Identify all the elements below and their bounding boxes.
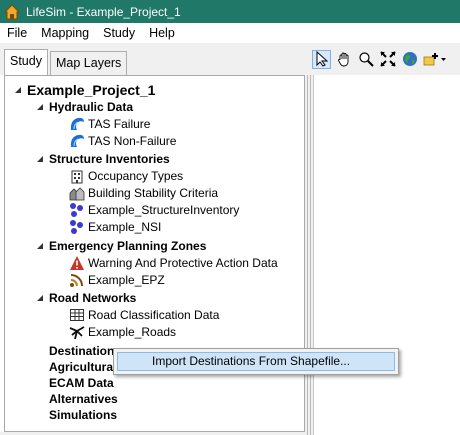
hydraulic-wave-icon bbox=[69, 116, 85, 132]
tree-group-label: Agricultural bbox=[49, 360, 117, 374]
full-extent-icon[interactable] bbox=[378, 50, 397, 69]
import-destinations-menu-item[interactable]: Import Destinations From Shapefile... bbox=[117, 352, 395, 371]
tree-item-label: Road Classification Data bbox=[88, 308, 220, 322]
occupancy-building-icon bbox=[69, 168, 85, 184]
menu-mapping[interactable]: Mapping bbox=[34, 23, 96, 43]
tree-group-label: ECAM Data bbox=[49, 376, 114, 390]
menu-help[interactable]: Help bbox=[142, 23, 182, 43]
tree-item-label: TAS Non-Failure bbox=[88, 134, 177, 148]
tree-group-structures[interactable]: Structure Inventories bbox=[35, 150, 170, 168]
warning-icon bbox=[69, 255, 85, 271]
collapse-arrow-icon[interactable] bbox=[35, 102, 45, 112]
study-tree: Example_Project_1 Hydraulic Data TAS Fai… bbox=[4, 75, 305, 432]
zoom-icon[interactable] bbox=[356, 50, 375, 69]
tree-item-example-epz[interactable]: Example_EPZ bbox=[69, 271, 165, 289]
tree-item-label: Warning And Protective Action Data bbox=[88, 256, 278, 270]
tree-item-structure-inventory[interactable]: Example_StructureInventory bbox=[69, 201, 239, 219]
broadcast-signal-icon bbox=[69, 272, 85, 288]
context-menu: Import Destinations From Shapefile... bbox=[113, 348, 399, 375]
panel-splitter[interactable] bbox=[305, 75, 313, 435]
add-layer-icon[interactable] bbox=[422, 50, 448, 69]
collapse-arrow-icon[interactable] bbox=[35, 241, 45, 251]
tree-item-example-roads[interactable]: Example_Roads bbox=[69, 323, 176, 341]
road-network-icon bbox=[69, 324, 85, 340]
window-title: LifeSim - Example_Project_1 bbox=[26, 4, 181, 19]
tree-group-simulations[interactable]: Simulations bbox=[49, 406, 117, 424]
tree-group-label: Destinations bbox=[49, 344, 122, 358]
menu-bar: File Mapping Study Help bbox=[0, 23, 460, 43]
tree-group-label: Road Networks bbox=[49, 291, 137, 305]
tree-group-hydraulic[interactable]: Hydraulic Data bbox=[35, 98, 133, 116]
tree-item-road-classification[interactable]: Road Classification Data bbox=[69, 306, 219, 324]
map-view[interactable] bbox=[313, 75, 460, 435]
tab-map-layers[interactable]: Map Layers bbox=[50, 51, 128, 75]
tree-group-label: Simulations bbox=[49, 408, 118, 422]
tree-item-nsi[interactable]: Example_NSI bbox=[69, 218, 161, 236]
tree-item-label: Occupancy Types bbox=[88, 169, 184, 183]
tree-item-label: TAS Failure bbox=[88, 117, 151, 131]
collapse-arrow-icon[interactable] bbox=[13, 85, 23, 95]
collapse-arrow-icon[interactable] bbox=[35, 154, 45, 164]
tree-item-label: Example_EPZ bbox=[88, 273, 165, 287]
tree-item-label: Example_StructureInventory bbox=[88, 203, 240, 217]
tree-item-tas-failure[interactable]: TAS Failure bbox=[69, 115, 150, 133]
tree-item-building-stability[interactable]: Building Stability Criteria bbox=[69, 184, 218, 202]
tree-root[interactable]: Example_Project_1 bbox=[13, 81, 155, 99]
tab-study[interactable]: Study bbox=[4, 49, 48, 75]
tree-group-roads[interactable]: Road Networks bbox=[35, 289, 136, 307]
table-grid-icon bbox=[69, 307, 85, 323]
tree-group-label: Alternatives bbox=[49, 392, 118, 406]
tree-item-tas-non-failure[interactable]: TAS Non-Failure bbox=[69, 132, 176, 150]
menu-file[interactable]: File bbox=[0, 23, 34, 43]
tree-item-label: Example_NSI bbox=[88, 220, 162, 234]
point-cluster-icon bbox=[69, 219, 85, 235]
collapse-arrow-icon[interactable] bbox=[35, 293, 45, 303]
tree-item-label: Example_Roads bbox=[88, 325, 177, 339]
tree-group-epz[interactable]: Emergency Planning Zones bbox=[35, 237, 206, 255]
tree-item-label: Building Stability Criteria bbox=[88, 186, 219, 200]
tree-group-label: Structure Inventories bbox=[49, 152, 170, 166]
tree-group-label: Hydraulic Data bbox=[49, 100, 134, 114]
pan-hand-icon[interactable] bbox=[334, 50, 353, 69]
building-stability-icon bbox=[69, 185, 85, 201]
title-bar: LifeSim - Example_Project_1 bbox=[0, 0, 460, 23]
point-cluster-icon bbox=[69, 202, 85, 218]
pointer-icon[interactable] bbox=[312, 49, 331, 69]
tree-item-warning-data[interactable]: Warning And Protective Action Data bbox=[69, 254, 278, 272]
map-toolbar bbox=[312, 48, 448, 70]
menu-study[interactable]: Study bbox=[96, 23, 142, 43]
tree-group-label: Emergency Planning Zones bbox=[49, 239, 207, 253]
lifesim-app-icon bbox=[4, 3, 20, 19]
tree-item-occupancy-types[interactable]: Occupancy Types bbox=[69, 167, 183, 185]
tree-root-label: Example_Project_1 bbox=[27, 82, 156, 98]
hydraulic-wave-icon bbox=[69, 133, 85, 149]
globe-icon[interactable] bbox=[400, 50, 419, 69]
